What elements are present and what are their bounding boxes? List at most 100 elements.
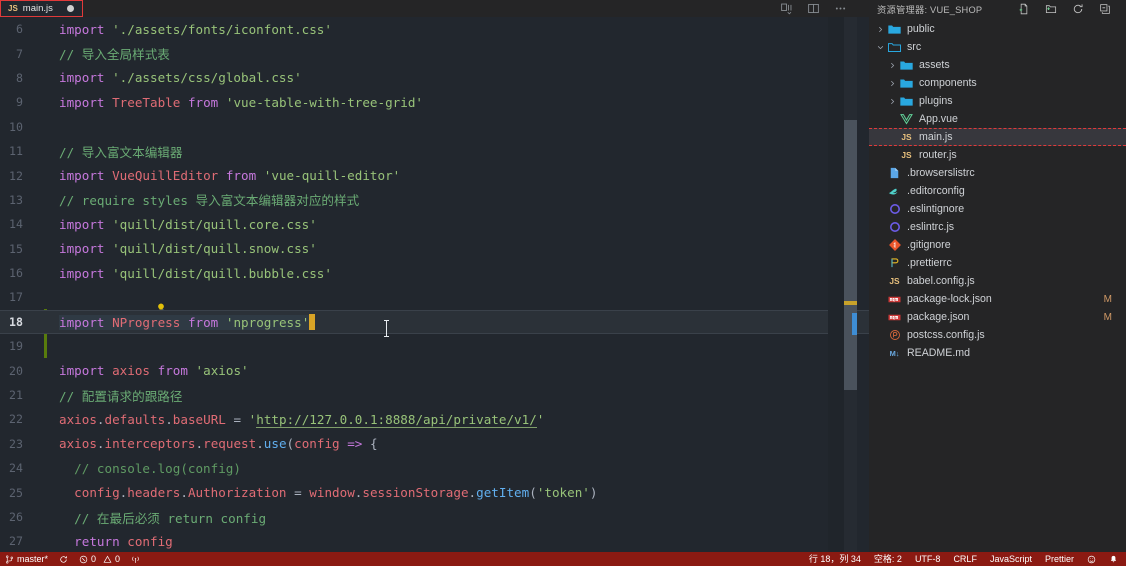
status-feedback[interactable]	[1087, 555, 1096, 564]
warning-icon	[103, 555, 112, 563]
code-lines: 6 import './assets/fonts/iconfont.css' 7…	[0, 17, 869, 552]
tab-dirty-indicator[interactable]	[66, 5, 74, 12]
git-status-badge: M	[1103, 293, 1112, 305]
line-number: 20	[9, 363, 23, 378]
chevron-down-icon[interactable]	[875, 44, 886, 51]
editor-tab-main-js[interactable]: JS main.js	[0, 0, 83, 17]
line-content: import 'quill/dist/quill.bubble.css'	[59, 265, 332, 281]
tree-row-router-js[interactable]: JS router.js	[869, 146, 1126, 164]
tree-row-src[interactable]: src	[869, 38, 1126, 56]
tree-row-assets[interactable]: assets	[869, 56, 1126, 74]
editor-group: JS main.js 6 import './assets/fonts/icon…	[0, 0, 869, 552]
text-cursor	[309, 313, 316, 330]
tree-row-package-lock-json[interactable]: package-lock.json M	[869, 290, 1126, 308]
tree-label: src	[907, 41, 922, 53]
url-link[interactable]: http://127.0.0.1:8888/api/private/v1/	[256, 411, 537, 428]
status-language-mode[interactable]: JavaScript	[990, 554, 1032, 564]
tree-row-plugins[interactable]: plugins	[869, 92, 1126, 110]
tree-label: .eslintrc.js	[907, 221, 955, 233]
more-actions-icon[interactable]	[834, 2, 847, 15]
prettier-icon	[886, 257, 903, 269]
code-line: 11 // 导入富文本编辑器	[0, 139, 869, 163]
line-content: return config	[74, 533, 173, 549]
tree-label: App.vue	[919, 113, 958, 125]
chevron-right-icon[interactable]	[887, 80, 898, 87]
tree-row-public[interactable]: public	[869, 20, 1126, 38]
explorer-header: 资源管理器: VUE_SHOP	[869, 0, 1126, 18]
editorconfig-icon	[886, 185, 903, 197]
status-problems[interactable]: 0 0	[79, 553, 120, 564]
code-line: 24 // console.log(config)	[0, 456, 869, 480]
status-bar: master* 0 0 行 18，列 34 空格: 2 UTF-8 CRLF J…	[0, 552, 1126, 566]
tree-label: package-lock.json	[907, 293, 992, 305]
tree-row-readme-md[interactable]: M↓ README.md	[869, 344, 1126, 362]
tree-row-editorconfig[interactable]: .editorconfig	[869, 182, 1126, 200]
tree-row-prettierrc[interactable]: .prettierrc	[869, 254, 1126, 272]
new-file-icon[interactable]	[1018, 3, 1030, 15]
folder-icon	[898, 96, 915, 107]
status-formatter[interactable]: Prettier	[1045, 554, 1074, 564]
line-number: 9	[16, 95, 23, 110]
line-content: import VueQuillEditor from 'vue-quill-ed…	[59, 168, 401, 184]
code-line: 26 // 在最后必须 return config	[0, 505, 869, 529]
editor-scrollbar-thumb[interactable]	[844, 120, 857, 390]
tree-row-gitignore[interactable]: .gitignore	[869, 236, 1126, 254]
refresh-icon[interactable]	[1072, 3, 1084, 15]
line-number: 6	[16, 22, 23, 37]
status-notifications[interactable]	[1109, 555, 1118, 564]
chevron-right-icon[interactable]	[875, 26, 886, 33]
npm-icon	[886, 313, 903, 322]
toggle-panel-layout-icon[interactable]	[807, 2, 820, 15]
tree-row-main-js[interactable]: JS main.js	[869, 128, 1126, 146]
status-ports[interactable]	[131, 555, 140, 564]
code-line: 13 // require styles 导入富文本编辑器对应的样式	[0, 188, 869, 212]
eslint-icon	[886, 203, 903, 215]
code-editor[interactable]: 6 import './assets/fonts/iconfont.css' 7…	[0, 17, 869, 552]
explorer-sidebar: 资源管理器: VUE_SHOP public src assets compon…	[869, 0, 1126, 552]
line-number: 11	[9, 144, 23, 159]
chevron-right-icon[interactable]	[887, 98, 898, 105]
status-cursor-position[interactable]: 行 18，列 34	[809, 554, 861, 564]
status-eol[interactable]: CRLF	[953, 554, 977, 564]
editor-minimap[interactable]	[828, 17, 844, 552]
line-number: 24	[9, 461, 23, 476]
tree-row-browserslistrc[interactable]: .browserslistrc	[869, 164, 1126, 182]
git-icon	[886, 239, 903, 251]
tree-row-babel-config-js[interactable]: JS babel.config.js	[869, 272, 1126, 290]
new-folder-icon[interactable]	[1045, 3, 1057, 15]
eslint-icon	[886, 221, 903, 233]
tree-row-postcss-config-js[interactable]: postcss.config.js	[869, 326, 1126, 344]
radio-tower-icon	[132, 556, 139, 563]
line-number: 10	[9, 119, 23, 134]
status-indentation[interactable]: 空格: 2	[874, 554, 902, 564]
code-line: 6 import './assets/fonts/iconfont.css'	[0, 17, 869, 41]
code-line: 16 import 'quill/dist/quill.bubble.css'	[0, 261, 869, 285]
tree-label: plugins	[919, 95, 953, 107]
tree-row-app-vue[interactable]: App.vue	[869, 110, 1126, 128]
tree-row-components[interactable]: components	[869, 74, 1126, 92]
line-number: 18	[9, 314, 23, 329]
tree-label: router.js	[919, 149, 957, 161]
split-editor-right-icon[interactable]	[780, 2, 793, 15]
status-git-branch[interactable]: master*	[5, 554, 48, 564]
code-line: 22 axios.defaults.baseURL = 'http://127.…	[0, 407, 869, 431]
line-number: 7	[16, 46, 23, 61]
status-sync[interactable]	[59, 555, 68, 564]
tab-label: main.js	[22, 3, 53, 14]
tree-row-eslintignore[interactable]: .eslintignore	[869, 200, 1126, 218]
vscode-window: JS main.js 6 import './assets/fonts/icon…	[0, 0, 1126, 566]
status-encoding[interactable]: UTF-8	[915, 554, 941, 564]
tree-row-eslintrc-js[interactable]: .eslintrc.js	[869, 218, 1126, 236]
line-content: // 配置请求的跟路径	[59, 388, 183, 404]
text-file-icon	[886, 167, 903, 179]
tree-row-package-json[interactable]: package.json M	[869, 308, 1126, 326]
bell-icon	[1110, 555, 1117, 562]
line-content: import './assets/css/global.css'	[59, 70, 302, 86]
lightbulb-icon[interactable]	[64, 287, 165, 314]
chevron-right-icon[interactable]	[887, 62, 898, 69]
explorer-actions	[1018, 3, 1120, 15]
error-count: 0	[91, 553, 97, 564]
collapse-all-icon[interactable]	[1099, 3, 1111, 15]
overview-ruler-cursor-marker	[852, 313, 857, 335]
git-status-badge: M	[1103, 311, 1112, 323]
